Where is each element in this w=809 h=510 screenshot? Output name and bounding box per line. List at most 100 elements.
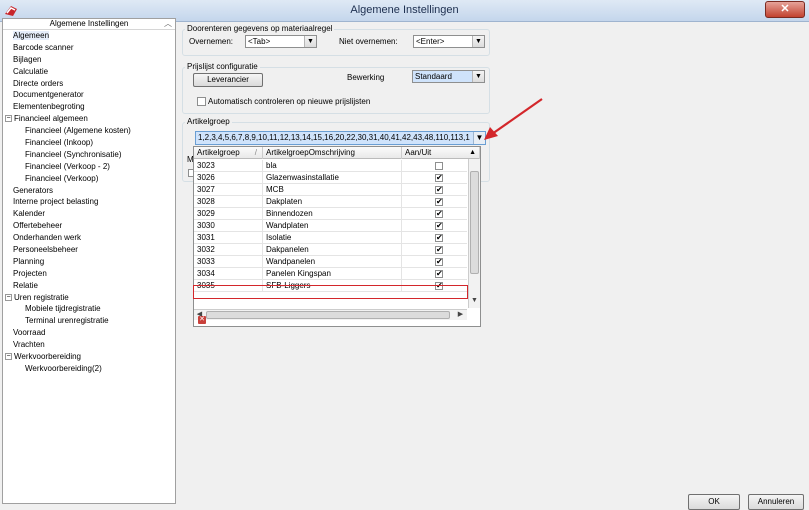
table-row[interactable]: 3029 Binnendozen ✔ xyxy=(194,208,467,220)
tree-item-label: Generators xyxy=(13,185,54,195)
ok-button[interactable]: OK xyxy=(688,494,740,510)
artikelgroep-select[interactable]: 1,2,3,4,5,6,7,8,9,10,11,12,13,14,15,16,2… xyxy=(195,131,486,145)
tree-item[interactable]: Relatie xyxy=(3,280,175,292)
niet-overnemen-label: Niet overnemen: xyxy=(339,37,398,46)
tree-item[interactable]: Algemeen xyxy=(3,30,175,42)
collapse-icon[interactable]: − xyxy=(5,293,12,301)
tree-item[interactable]: Financieel (Synchronisatie) xyxy=(3,149,175,161)
tree-item[interactable]: Financieel (Verkoop - 2) xyxy=(3,161,175,173)
tree-item[interactable]: Financieel (Inkoop) xyxy=(3,137,175,149)
tree-item-label: Directe orders xyxy=(13,78,64,88)
table-row[interactable]: 3033 Wandpanelen ✔ xyxy=(194,256,467,268)
tree-item-label: Planning xyxy=(13,256,45,266)
cell-artikelgroep: 3030 xyxy=(194,220,263,232)
bewerking-select[interactable]: Standaard ▼ xyxy=(412,70,485,83)
chevron-down-icon[interactable]: ▼ xyxy=(304,36,316,47)
table-row[interactable]: 3031 Isolatie ✔ xyxy=(194,232,467,244)
table-row[interactable]: 3026 Glazenwasinstallatie ✔ xyxy=(194,172,467,184)
close-button[interactable]: ✕ xyxy=(765,1,805,18)
chevron-down-icon[interactable]: ▼ xyxy=(472,36,484,47)
tree-item[interactable]: − Uren registratie xyxy=(3,292,175,304)
tree-item[interactable]: Bijlagen xyxy=(3,54,175,66)
tree-item-label: Vrachten xyxy=(13,340,45,350)
cell-omschrijving: Wandpanelen xyxy=(263,256,402,268)
aan-uit-checkbox[interactable] xyxy=(435,162,443,170)
chevron-up-icon[interactable]: ▲ xyxy=(469,147,476,159)
aan-uit-checkbox[interactable]: ✔ xyxy=(435,210,443,218)
tree-item[interactable]: Offertebeheer xyxy=(3,220,175,232)
scroll-thumb[interactable] xyxy=(470,171,479,274)
overnemen-select[interactable]: <Tab> ▼ xyxy=(245,35,317,48)
tree-item[interactable]: Vrachten xyxy=(3,339,175,351)
tree-item[interactable]: Personeelsbeheer xyxy=(3,244,175,256)
tree-item-label: Financieel (Algemene kosten) xyxy=(25,126,131,136)
clear-filter-icon[interactable]: ✕ xyxy=(198,316,206,324)
aan-uit-checkbox[interactable]: ✔ xyxy=(435,246,443,254)
collapse-chevron-icon[interactable]: ︿ xyxy=(164,19,172,29)
tree-item[interactable]: − Werkvoorbereiding xyxy=(3,351,175,363)
chevron-down-icon[interactable]: ▼ xyxy=(472,71,484,82)
scroll-thumb[interactable] xyxy=(206,311,450,319)
table-row[interactable]: 3032 Dakpanelen ✔ xyxy=(194,244,467,256)
table-row[interactable]: 3023 bla xyxy=(194,160,467,172)
tree-item[interactable]: Mobiele tijdregistratie xyxy=(3,303,175,315)
tree-item[interactable]: Financieel (Algemene kosten) xyxy=(3,125,175,137)
tree-item[interactable]: Projecten xyxy=(3,268,175,280)
scroll-down-icon[interactable]: ▼ xyxy=(469,295,480,306)
tree-item-label: Financieel (Verkoop) xyxy=(25,173,99,183)
aan-uit-checkbox[interactable]: ✔ xyxy=(435,198,443,206)
tree-list: Algemeen Barcode scanner Bijlagen Calculati… xyxy=(3,30,175,375)
tree-item[interactable]: Terminal urenregistratie xyxy=(3,315,175,327)
tree-item[interactable]: Werkvoorbereiding(2) xyxy=(3,363,175,375)
aan-uit-checkbox[interactable]: ✔ xyxy=(435,186,443,194)
aan-uit-checkbox[interactable]: ✔ xyxy=(435,258,443,266)
table-row[interactable]: 3034 Panelen Kingspan ✔ xyxy=(194,268,467,280)
auto-check-label[interactable]: Automatisch controleren op nieuwe prijsl… xyxy=(208,97,370,107)
tree-item[interactable]: Documentgenerator xyxy=(3,89,175,101)
artikelgroep-grid: Artikelgroep / ArtikelgroepOmschrijving … xyxy=(193,146,481,327)
tree-item[interactable]: Elementenbegroting xyxy=(3,101,175,113)
table-row[interactable]: 3027 MCB ✔ xyxy=(194,184,467,196)
window-title: Algemene Instellingen xyxy=(350,4,459,16)
aan-uit-checkbox[interactable]: ✔ xyxy=(435,222,443,230)
grid-vertical-scrollbar[interactable]: ▼ xyxy=(468,159,480,308)
doorenteren-group-label: Doorenteren gegevens op materiaalregel xyxy=(185,24,335,33)
column-header-artikelgroep[interactable]: Artikelgroep / xyxy=(194,147,263,159)
cell-artikelgroep: 3028 xyxy=(194,196,263,208)
column-header-aan-uit[interactable]: Aan/Uit ▲ xyxy=(402,147,480,159)
auto-check-checkbox[interactable] xyxy=(197,97,206,106)
tree-item[interactable]: Calculatie xyxy=(3,66,175,78)
tree-item[interactable]: Generators xyxy=(3,185,175,197)
tree-item[interactable]: Barcode scanner xyxy=(3,42,175,54)
tree-item[interactable]: Financieel (Verkoop) xyxy=(3,173,175,185)
tree-item[interactable]: Interne project belasting xyxy=(3,196,175,208)
table-row[interactable]: 3028 Dakplaten ✔ xyxy=(194,196,467,208)
grid-horizontal-scrollbar[interactable]: ◀ ▶ xyxy=(194,309,467,320)
tree-item[interactable]: Directe orders xyxy=(3,78,175,90)
niet-overnemen-select[interactable]: <Enter> ▼ xyxy=(413,35,485,48)
grid-header: Artikelgroep / ArtikelgroepOmschrijving … xyxy=(194,147,480,159)
tree-item[interactable]: − Financieel algemeen xyxy=(3,113,175,125)
tree-header: Algemene Instellingen ︿ xyxy=(3,19,175,30)
tree-item-label: Terminal urenregistratie xyxy=(25,316,109,326)
tree-item[interactable]: Onderhanden werk xyxy=(3,232,175,244)
aan-uit-checkbox[interactable]: ✔ xyxy=(435,234,443,242)
cell-omschrijving: Glazenwasinstallatie xyxy=(263,172,402,184)
settings-tree: Algemene Instellingen ︿ Algemeen Barcode … xyxy=(2,18,176,504)
collapse-icon[interactable]: − xyxy=(5,115,12,123)
tree-item-label: Financieel (Verkoop - 2) xyxy=(25,161,110,171)
tree-item-label: Financieel algemeen xyxy=(14,114,88,124)
overnemen-label: Overnemen: xyxy=(189,37,234,46)
aan-uit-checkbox[interactable]: ✔ xyxy=(435,270,443,278)
scroll-right-icon[interactable]: ▶ xyxy=(455,310,466,320)
table-row[interactable]: 3030 Wandplaten ✔ xyxy=(194,220,467,232)
tree-item[interactable]: Voorraad xyxy=(3,327,175,339)
tree-item[interactable]: Planning xyxy=(3,256,175,268)
leverancier-button[interactable]: Leverancier xyxy=(193,73,263,87)
tree-item[interactable]: Kalender xyxy=(3,208,175,220)
collapse-icon[interactable]: − xyxy=(5,353,12,361)
aan-uit-checkbox[interactable]: ✔ xyxy=(435,174,443,182)
cancel-button[interactable]: Annuleren xyxy=(748,494,804,510)
column-header-omschrijving[interactable]: ArtikelgroepOmschrijving xyxy=(263,147,402,159)
cell-omschrijving: Dakplaten xyxy=(263,196,402,208)
